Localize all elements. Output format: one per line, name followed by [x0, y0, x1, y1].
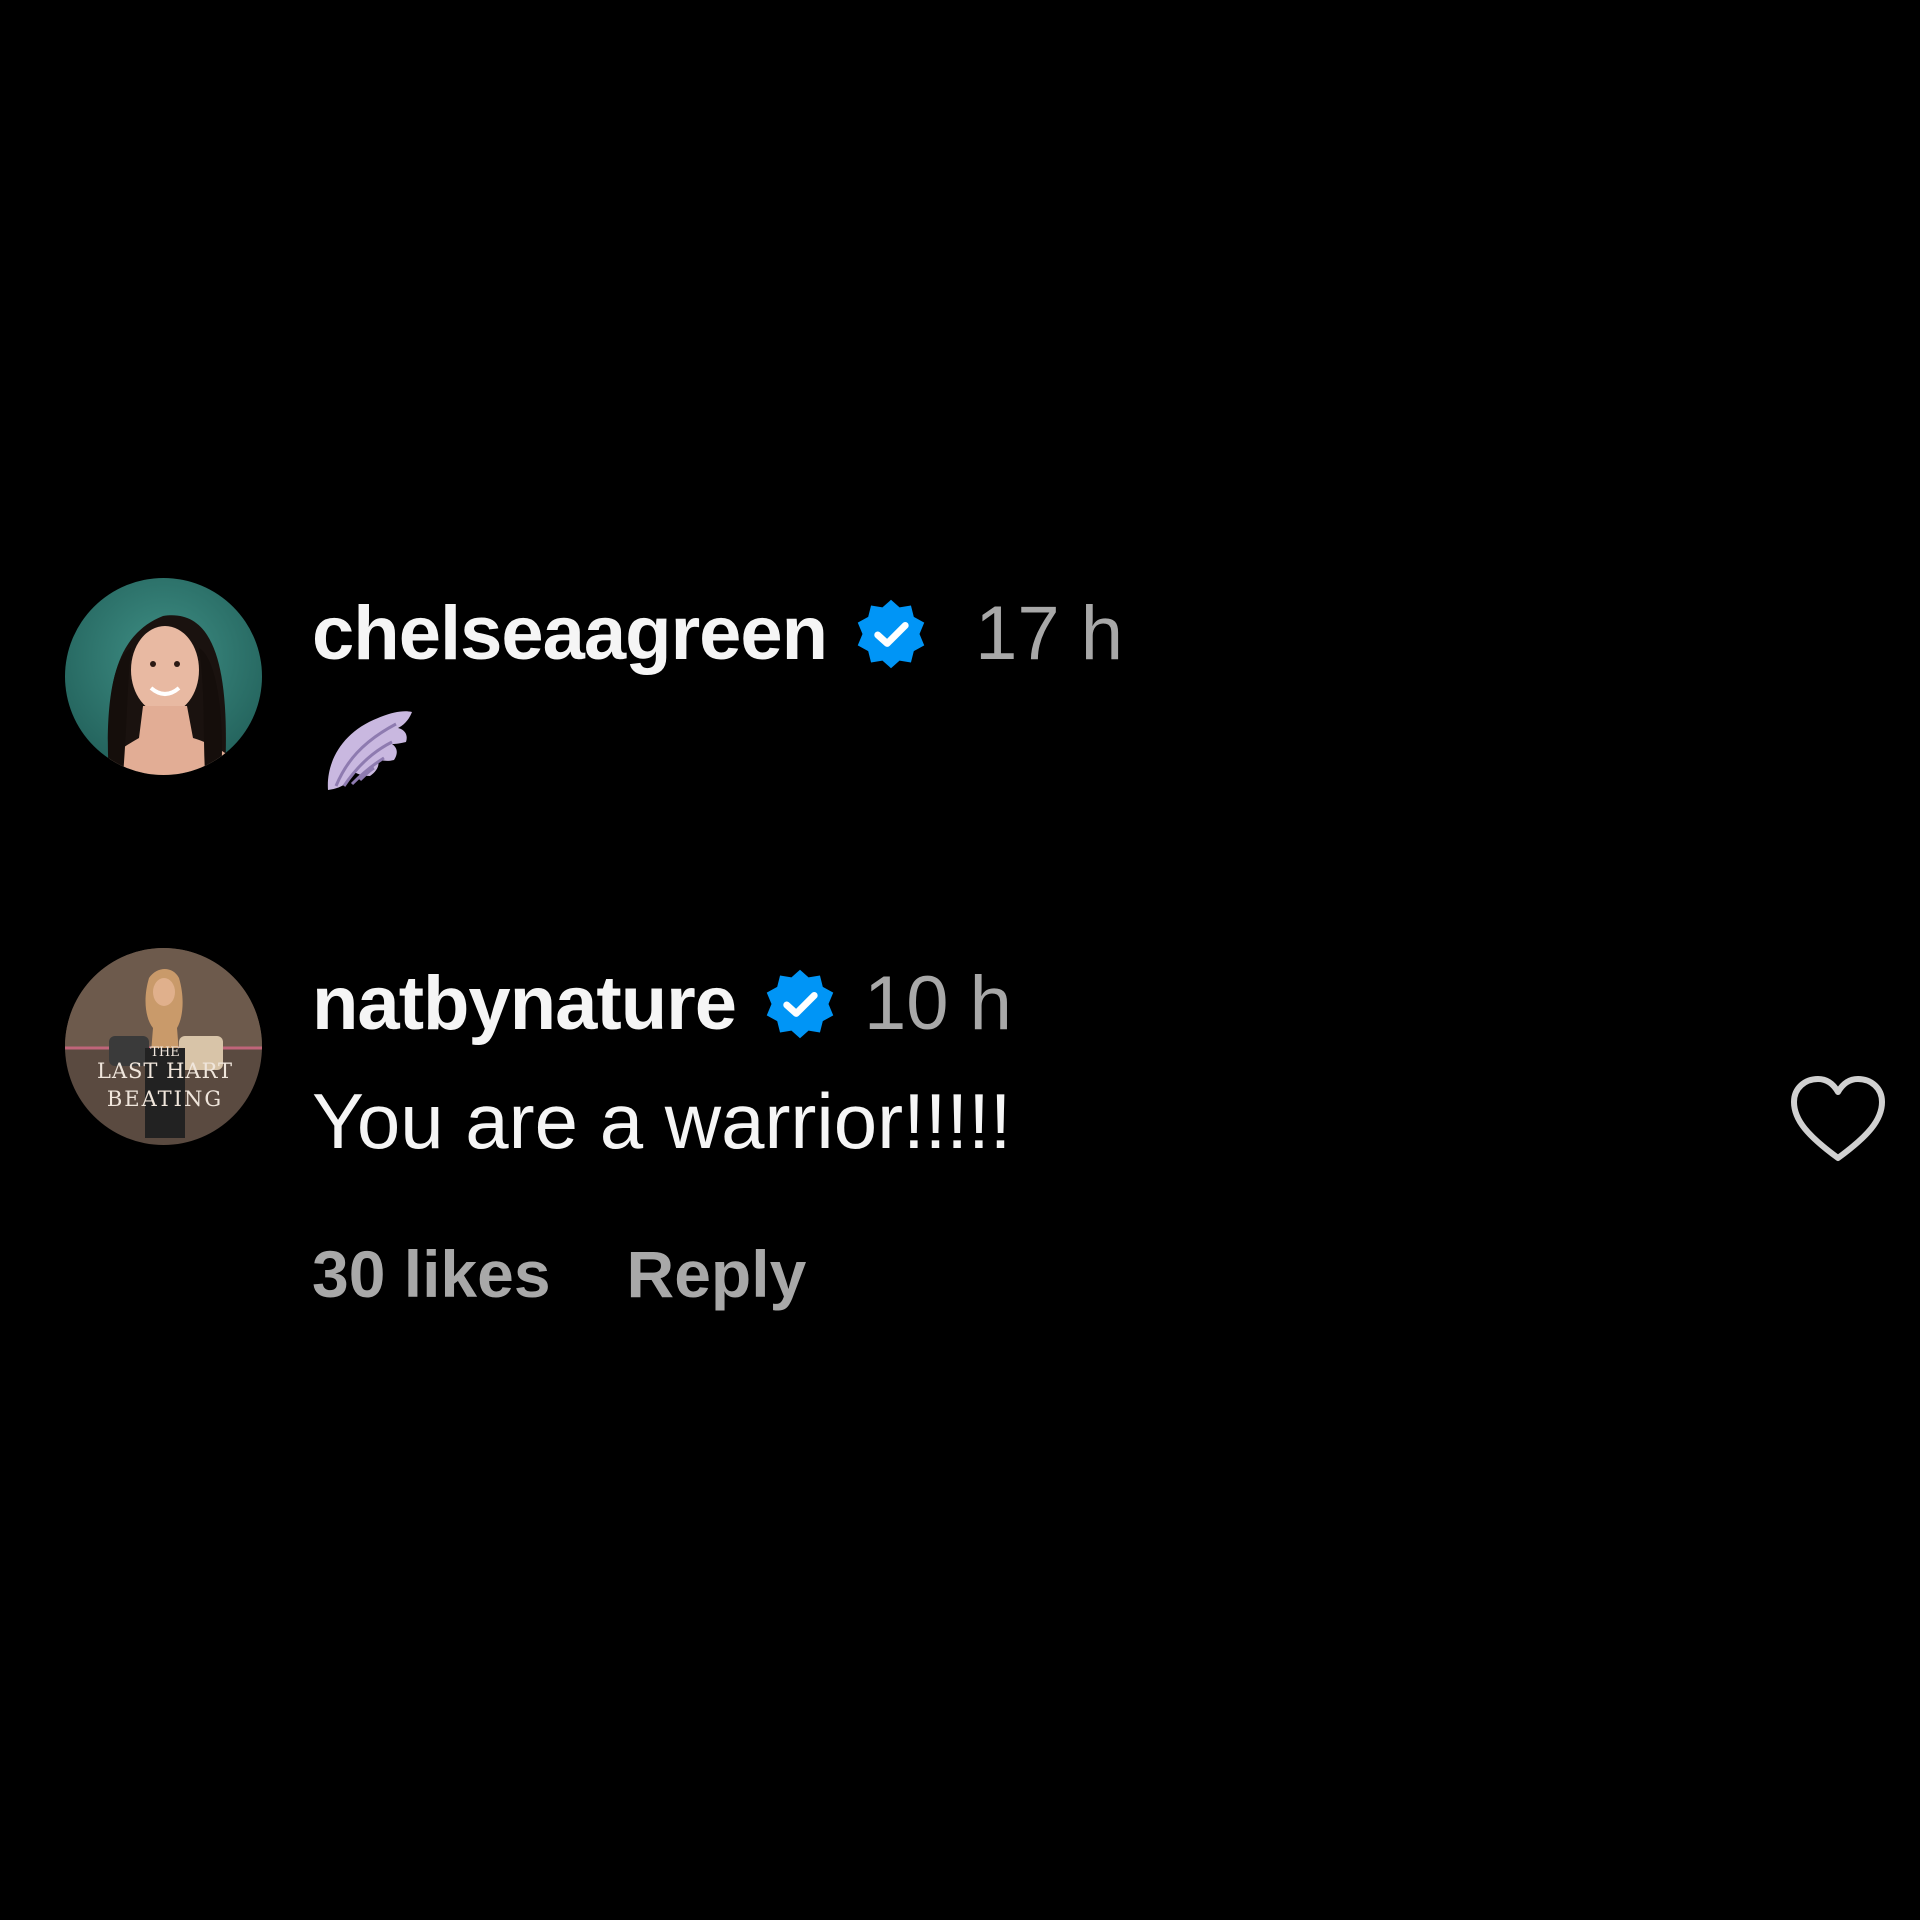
- avatar-text-1: THE: [150, 1045, 180, 1060]
- likes-count[interactable]: 30 likes: [312, 1236, 551, 1312]
- avatar-text-3: BEATING: [107, 1087, 223, 1111]
- avatar-image: [65, 578, 262, 775]
- comment-text: You are a warrior!!!!!: [312, 1077, 1012, 1165]
- avatar[interactable]: THE LAST HART BEATING: [65, 948, 262, 1145]
- avatar-text-2: LAST HART: [97, 1059, 233, 1083]
- reply-button[interactable]: Reply: [627, 1236, 807, 1312]
- comment-time: 17 h: [975, 591, 1124, 676]
- comments-screen: chelseaagreen 17 h THE LAST HART BEATING…: [0, 0, 1920, 1920]
- username[interactable]: chelseaagreen: [312, 590, 828, 677]
- verified-badge-icon: [853, 596, 929, 672]
- heart-outline-icon[interactable]: [1788, 1074, 1888, 1164]
- avatar-image: THE LAST HART BEATING: [65, 948, 262, 1145]
- wing-emoji: [322, 702, 416, 801]
- comment-time: 10 h: [863, 961, 1012, 1046]
- comment-actions: 30 likes Reply: [312, 1236, 806, 1312]
- verified-badge-icon: [762, 966, 838, 1042]
- comment-header: chelseaagreen 17 h: [312, 590, 1123, 677]
- avatar[interactable]: [65, 578, 262, 775]
- username[interactable]: natbynature: [312, 960, 737, 1047]
- comment-header: natbynature 10 h: [312, 960, 1012, 1047]
